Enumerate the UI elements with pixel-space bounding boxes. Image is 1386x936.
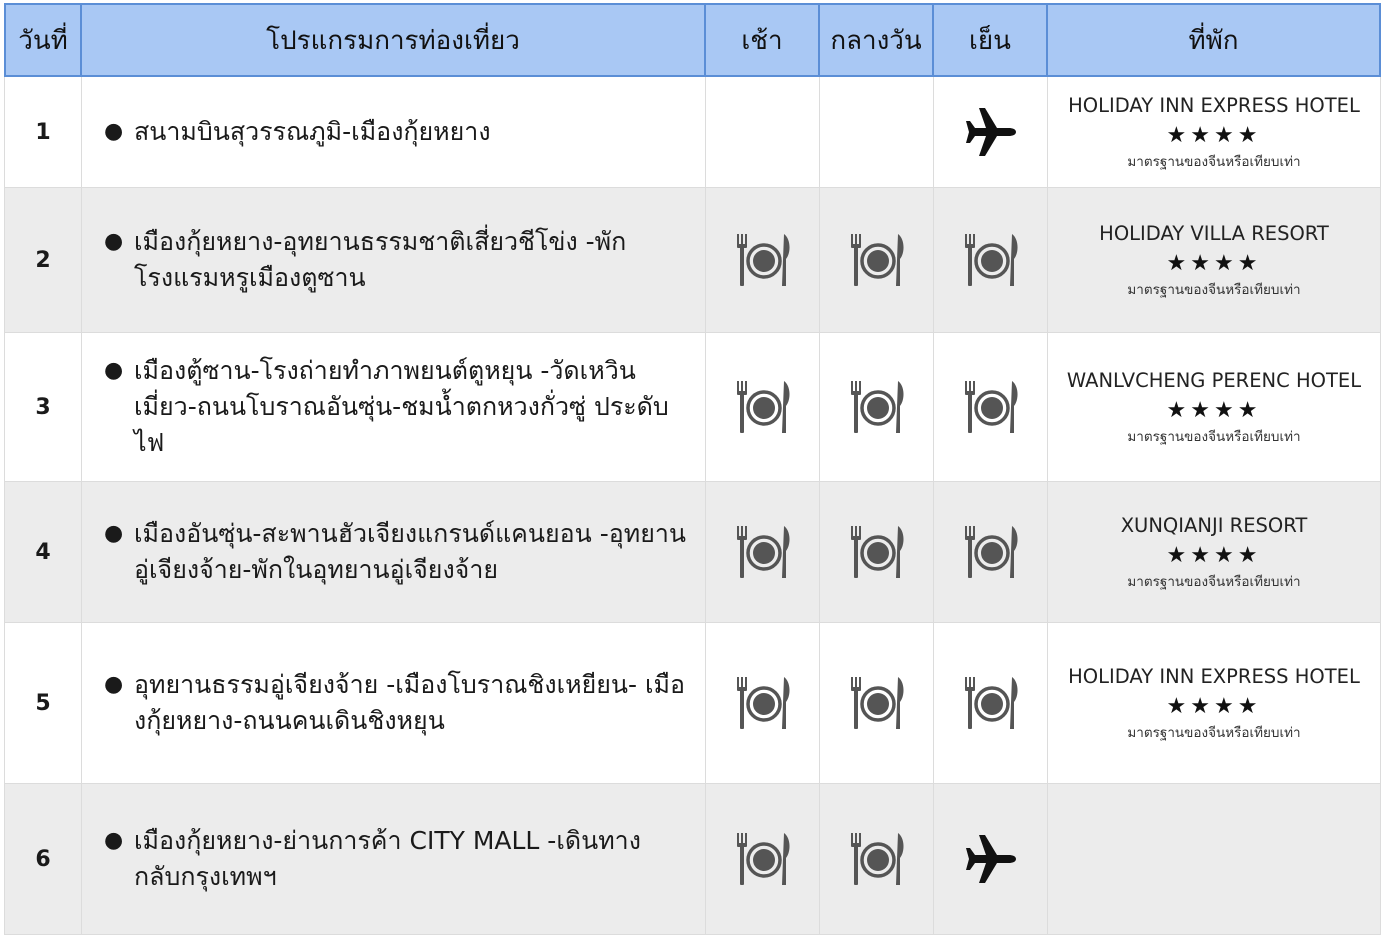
dinner-cell — [934, 623, 1048, 784]
breakfast-cell — [706, 784, 820, 935]
hotel-name: WANLVCHENG PERENC HOTEL — [1066, 369, 1362, 392]
meal-icon — [964, 381, 1018, 433]
hotel-cell: HOLIDAY INN EXPRESS HOTEL ★★★★ มาตรฐานของจ… — [1048, 77, 1381, 188]
hotel-cell: XUNQIANJI RESORT ★★★★ มาตรฐานของจีนหรือเที… — [1048, 482, 1381, 623]
meal-icon — [736, 677, 790, 729]
airplane-icon — [965, 835, 1016, 883]
program-cell: ● เมืองอันซุ่น-สะพานฮัวเจียงแกรนด์แคนยอน … — [82, 482, 706, 623]
program-text: สนามบินสุวรรณภูมิ-เมืองกุ้ยหยาง — [134, 117, 491, 146]
table-row: 6 ● เมืองกุ้ยหยาง-ย่านการค้า CITY MALL -เด… — [4, 784, 1381, 935]
hotel-stars: ★★★★ — [1166, 123, 1262, 148]
header-program: โปรแกรมการท่องเที่ยว — [82, 3, 706, 77]
day-number: 6 — [4, 784, 82, 935]
table-row: 4 ● เมืองอันซุ่น-สะพานฮัวเจียงแกรนด์แคนยอน… — [4, 482, 1381, 623]
breakfast-cell — [706, 482, 820, 623]
table-row: 5 ● อุทยานธรรมอู่เจียงจ้าย -เมืองโบราณชิงเ… — [4, 623, 1381, 784]
table-row: 2 ● เมืองกุ้ยหยาง-อุทยานธรรมชาติเสี่ยวชีโข… — [4, 188, 1381, 333]
lunch-cell — [820, 623, 934, 784]
breakfast-cell — [706, 77, 820, 188]
day-number: 1 — [4, 77, 82, 188]
program-text: เมืองตู้ซาน-โรงถ่ายทำภาพยนต์ตูหยุน -วัดเ… — [134, 356, 669, 457]
meal-icon — [964, 677, 1018, 729]
hotel-stars: ★★★★ — [1166, 398, 1262, 423]
breakfast-cell — [706, 188, 820, 333]
dinner-cell — [934, 188, 1048, 333]
program-text: เมืองอันซุ่น-สะพานฮัวเจียงแกรนด์แคนยอน -… — [134, 519, 686, 584]
program-cell: ● เมืองกุ้ยหยาง-ย่านการค้า CITY MALL -เดิ… — [82, 784, 706, 935]
bullet-icon: ● — [104, 358, 124, 383]
hotel-name: HOLIDAY VILLA RESORT — [1099, 222, 1329, 245]
hotel-cell: WANLVCHENG PERENC HOTEL ★★★★ มาตรฐานของจีน… — [1048, 333, 1381, 482]
airplane-icon — [965, 108, 1016, 156]
meal-icon — [736, 381, 790, 433]
dinner-cell — [934, 333, 1048, 482]
day-number: 5 — [4, 623, 82, 784]
bullet-icon: ● — [104, 521, 124, 546]
lunch-cell — [820, 333, 934, 482]
header-breakfast: เช้า — [706, 3, 820, 77]
meal-icon — [850, 833, 904, 885]
hotel-standard-note: มาตรฐานของจีนหรือเทียบเท่า — [1127, 282, 1301, 298]
program-cell: ● สนามบินสุวรรณภูมิ-เมืองกุ้ยหยาง — [82, 77, 706, 188]
hotel-standard-note: มาตรฐานของจีนหรือเทียบเท่า — [1127, 725, 1301, 741]
breakfast-cell — [706, 333, 820, 482]
program-text: เมืองกุ้ยหยาง-ย่านการค้า CITY MALL -เดิน… — [134, 826, 641, 891]
bullet-icon: ● — [104, 828, 124, 853]
breakfast-cell — [706, 623, 820, 784]
hotel-stars: ★★★★ — [1166, 543, 1262, 568]
hotel-cell: HOLIDAY VILLA RESORT ★★★★ มาตรฐานของจีนหรื… — [1048, 188, 1381, 333]
program-cell: ● เมืองกุ้ยหยาง-อุทยานธรรมชาติเสี่ยวชีโข่… — [82, 188, 706, 333]
bullet-icon: ● — [104, 119, 124, 144]
table-row: 1 ● สนามบินสุวรรณภูมิ-เมืองกุ้ยหยาง HOLIDAY… — [4, 77, 1381, 188]
meal-icon — [964, 234, 1018, 286]
header-row: วันที่ โปรแกรมการท่องเที่ยว เช้า กลางวัน… — [4, 3, 1381, 77]
dinner-cell — [934, 784, 1048, 935]
day-number: 3 — [4, 333, 82, 482]
hotel-cell — [1048, 784, 1381, 935]
meal-icon — [736, 833, 790, 885]
hotel-name: XUNQIANJI RESORT — [1120, 514, 1308, 537]
meal-icon — [850, 677, 904, 729]
hotel-name: HOLIDAY INN EXPRESS HOTEL — [1068, 665, 1360, 688]
header-dinner: เย็น — [934, 3, 1048, 77]
program-cell: ● เมืองตู้ซาน-โรงถ่ายทำภาพยนต์ตูหยุน -วัด… — [82, 333, 706, 482]
lunch-cell — [820, 77, 934, 188]
table-row: 3 ● เมืองตู้ซาน-โรงถ่ายทำภาพยนต์ตูหยุน -วั… — [4, 333, 1381, 482]
meal-icon — [736, 234, 790, 286]
header-hotel: ที่พัก — [1048, 3, 1381, 77]
bullet-icon: ● — [104, 229, 124, 254]
day-number: 2 — [4, 188, 82, 333]
hotel-standard-note: มาตรฐานของจีนหรือเทียบเท่า — [1127, 429, 1301, 445]
dinner-cell — [934, 77, 1048, 188]
hotel-cell: HOLIDAY INN EXPRESS HOTEL ★★★★ มาตรฐานของจ… — [1048, 623, 1381, 784]
hotel-standard-note: มาตรฐานของจีนหรือเทียบเท่า — [1127, 154, 1301, 170]
hotel-standard-note: มาตรฐานของจีนหรือเทียบเท่า — [1127, 574, 1301, 590]
meal-icon — [850, 381, 904, 433]
program-cell: ● อุทยานธรรมอู่เจียงจ้าย -เมืองโบราณชิงเห… — [82, 623, 706, 784]
hotel-stars: ★★★★ — [1166, 251, 1262, 276]
dinner-cell — [934, 482, 1048, 623]
program-text: เมืองกุ้ยหยาง-อุทยานธรรมชาติเสี่ยวชีโข่ง… — [134, 227, 627, 292]
hotel-stars: ★★★★ — [1166, 694, 1262, 719]
header-lunch: กลางวัน — [820, 3, 934, 77]
lunch-cell — [820, 188, 934, 333]
meal-icon — [850, 234, 904, 286]
meal-icon — [964, 526, 1018, 578]
lunch-cell — [820, 784, 934, 935]
meal-icon — [736, 526, 790, 578]
bullet-icon: ● — [104, 672, 124, 697]
lunch-cell — [820, 482, 934, 623]
itinerary-table: วันที่ โปรแกรมการท่องเที่ยว เช้า กลางวัน… — [4, 3, 1381, 935]
day-number: 4 — [4, 482, 82, 623]
header-day: วันที่ — [4, 3, 82, 77]
hotel-name: HOLIDAY INN EXPRESS HOTEL — [1068, 94, 1360, 117]
program-text: อุทยานธรรมอู่เจียงจ้าย -เมืองโบราณชิงเหย… — [134, 670, 686, 735]
meal-icon — [850, 526, 904, 578]
